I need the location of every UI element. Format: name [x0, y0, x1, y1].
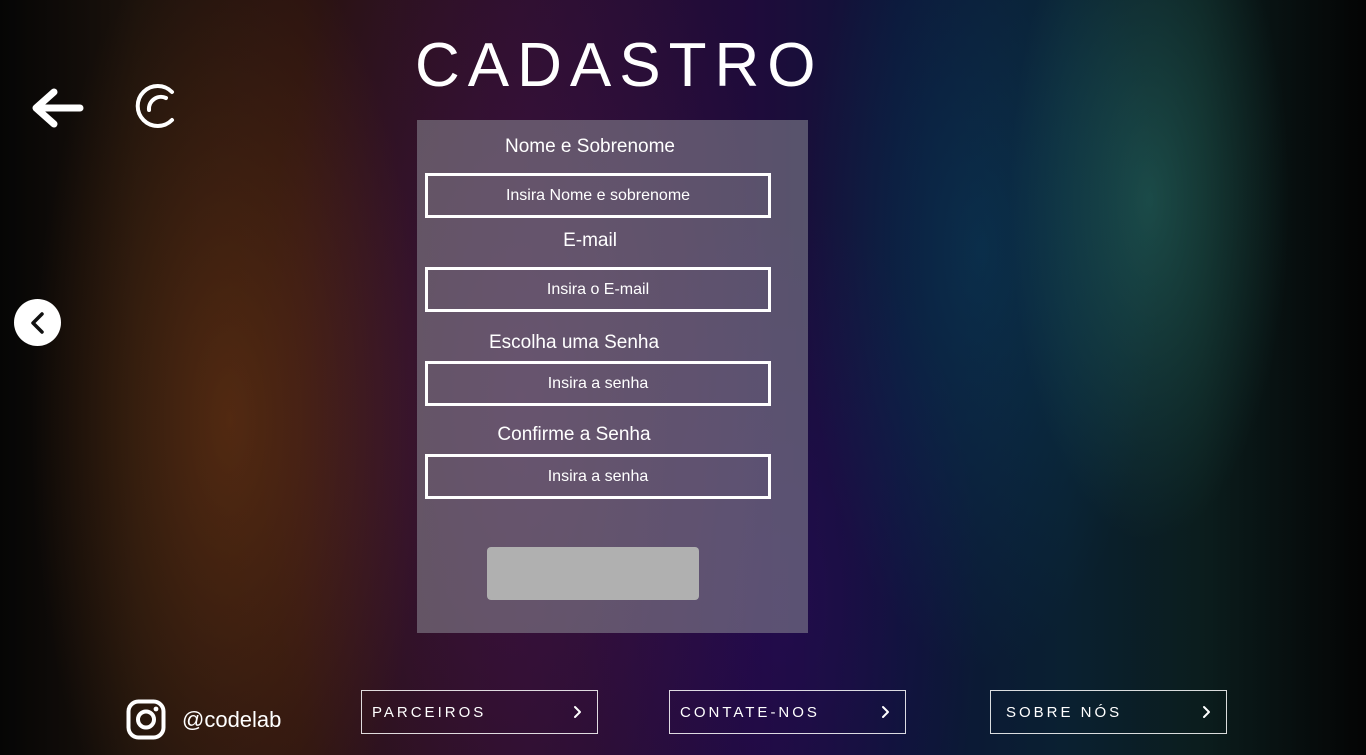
chevron-right-icon	[1203, 706, 1210, 718]
chevron-right-icon	[882, 706, 889, 718]
previous-page-button[interactable]	[14, 299, 61, 346]
submit-button[interactable]	[487, 547, 699, 600]
partners-link-label: PARCEIROS	[372, 703, 487, 721]
codelab-logo-icon[interactable]	[132, 80, 180, 130]
about-link[interactable]: SOBRE NÓS	[990, 690, 1227, 734]
page-title: CADASTRO	[415, 31, 824, 100]
instagram-icon[interactable]	[126, 699, 166, 740]
contact-link-label: CONTATE-NOS	[680, 703, 820, 721]
password-input[interactable]	[425, 361, 771, 406]
back-arrow-icon[interactable]	[28, 88, 84, 128]
chevron-right-icon	[574, 706, 581, 718]
confirm-password-input[interactable]	[425, 454, 771, 499]
chevron-left-icon	[30, 311, 44, 334]
instagram-handle[interactable]: @codelab	[182, 707, 281, 733]
registration-form: Nome e Sobrenome E-mail Escolha uma Senh…	[417, 120, 808, 633]
name-field-label: Nome e Sobrenome	[504, 136, 676, 157]
password-field-label: Escolha uma Senha	[488, 332, 660, 353]
partners-link[interactable]: PARCEIROS	[361, 690, 598, 734]
email-input[interactable]	[425, 267, 771, 312]
email-field-label: E-mail	[563, 230, 617, 251]
contact-link[interactable]: CONTATE-NOS	[669, 690, 906, 734]
name-input[interactable]	[425, 173, 771, 218]
about-link-label: SOBRE NÓS	[1006, 703, 1123, 721]
confirm-password-field-label: Confirme a Senha	[497, 424, 651, 445]
